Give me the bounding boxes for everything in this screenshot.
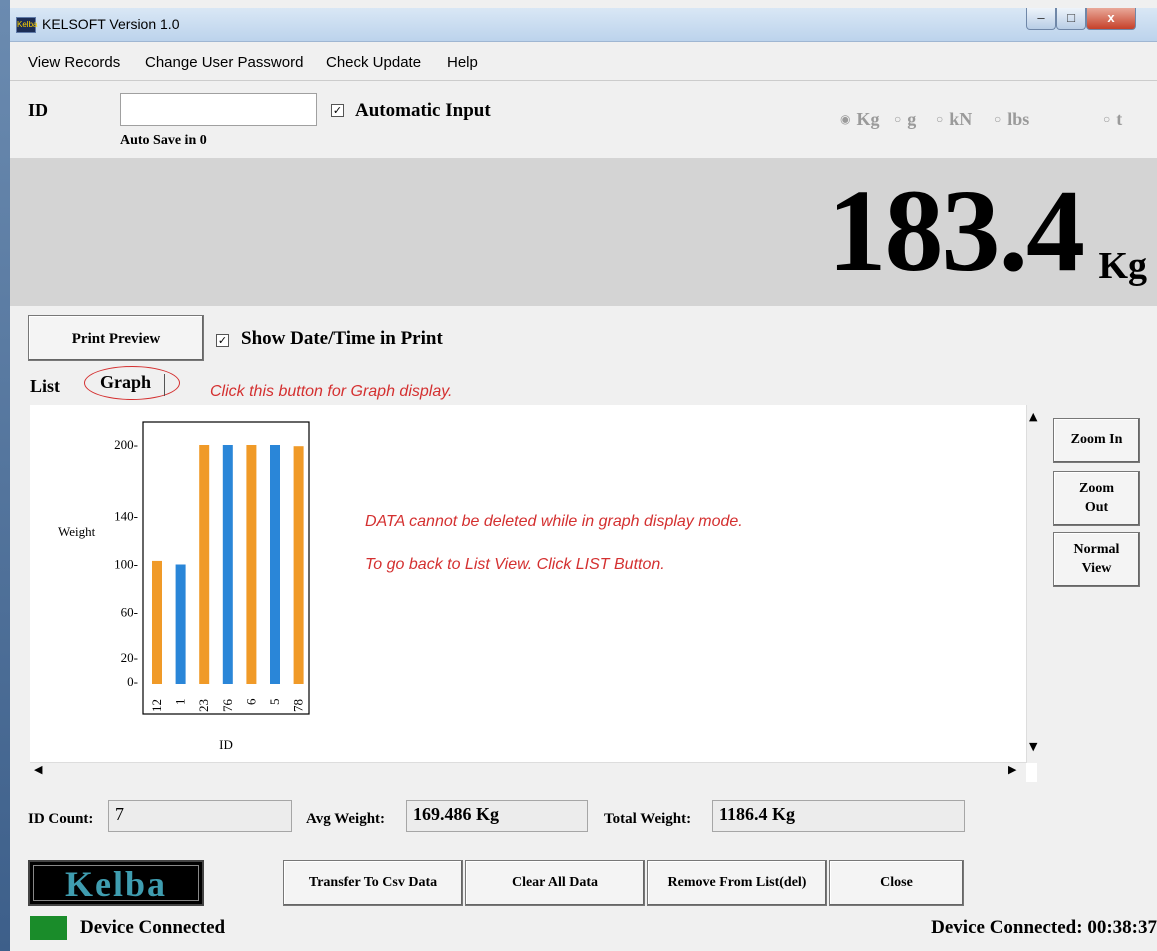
kelba-logo: Kelba [28, 860, 204, 906]
tab-divider [164, 374, 165, 396]
x-tick-label: 5 [267, 699, 282, 706]
bar [175, 564, 186, 684]
unit-radio-lbs[interactable]: ○ lbs [994, 109, 1029, 130]
radio-icon: ○ [894, 112, 902, 126]
bar [222, 445, 233, 684]
radio-icon: ○ [994, 112, 1002, 126]
y-tick-label: 20- [121, 650, 138, 665]
graph-mode-notice: DATA cannot be deleted while in graph di… [365, 513, 743, 530]
y-axis-label: Weight [58, 524, 96, 539]
id-label: ID [28, 100, 49, 120]
x-tick-label: 78 [291, 699, 306, 712]
tab-list[interactable]: List [30, 376, 60, 397]
total-weight-label: Total Weight: [604, 811, 692, 827]
id-count-value: 7 [108, 800, 292, 832]
menu-help[interactable]: Help [447, 54, 478, 71]
weight-bar-chart: 200- 140- 100- 60- 20- 0- Weight 12 1 23 76 6 5 78 ID [58, 421, 310, 752]
weight-value: 183.4 [827, 165, 1085, 296]
connection-status-text: Device Connected [80, 917, 226, 938]
y-tick-label: 60- [121, 604, 138, 619]
id-input[interactable] [120, 93, 317, 126]
show-datetime-checkbox[interactable]: ✓ [216, 334, 229, 347]
zoom-out-button[interactable]: Zoom Out [1053, 471, 1140, 526]
x-tick-label: 6 [243, 698, 258, 705]
scroll-down-arrow-icon[interactable]: ▼ [1029, 740, 1037, 753]
bar [246, 445, 257, 684]
transfer-csv-button[interactable]: Transfer To Csv Data [283, 860, 463, 906]
connection-status-led [30, 916, 67, 940]
unit-radio-kg[interactable]: ◉ Kg [840, 109, 880, 130]
horizontal-scrollbar[interactable] [30, 762, 1026, 782]
menu-bar: View Records Change User Password Check … [10, 43, 1157, 81]
minimize-button[interactable]: – [1026, 8, 1056, 30]
scroll-left-arrow-icon[interactable]: ◀ [34, 763, 42, 776]
window-title: KELSOFT Version 1.0 [42, 16, 180, 32]
avg-weight-label: Avg Weight: [306, 811, 386, 827]
bar [199, 445, 210, 684]
weight-unit: Kg [1098, 245, 1147, 287]
menu-check-update[interactable]: Check Update [326, 54, 421, 71]
connection-timer: Device Connected: 00:38:37 [931, 917, 1157, 938]
scroll-right-arrow-icon[interactable]: ▶ [1008, 763, 1016, 776]
radio-icon: ○ [1103, 112, 1111, 126]
close-window-button[interactable]: x [1086, 8, 1136, 30]
avg-weight-value: 169.486 Kg [406, 800, 588, 832]
automatic-input-label: Automatic Input [355, 100, 491, 121]
app-icon: Kelba [16, 17, 37, 33]
total-weight-value: 1186.4 Kg [712, 800, 965, 832]
graph-hint-annotation: Click this button for Graph display. [210, 383, 453, 400]
y-tick-label: 100- [114, 557, 138, 572]
unit-radio-t[interactable]: ○ t [1103, 109, 1122, 130]
x-axis-label: ID [219, 737, 233, 752]
unit-radio-kn[interactable]: ○ kN [936, 109, 972, 130]
menu-change-user-password[interactable]: Change User Password [145, 54, 303, 71]
menu-view-records[interactable]: View Records [28, 54, 120, 71]
print-preview-button[interactable]: Print Preview [28, 315, 204, 361]
id-count-label: ID Count: [28, 811, 94, 827]
radio-selected-icon: ◉ [840, 112, 851, 126]
scroll-up-arrow-icon[interactable]: ▲ [1029, 410, 1037, 423]
list-view-instruction: To go back to List View. Click LIST Butt… [365, 556, 665, 573]
title-bar: Kelba KELSOFT Version 1.0 – □ x [10, 8, 1157, 42]
autosave-label: Auto Save in 0 [120, 133, 207, 148]
vertical-scrollbar[interactable] [1026, 405, 1048, 763]
bar [270, 445, 280, 684]
weight-display: 183.4 Kg [10, 158, 1157, 306]
automatic-input-checkbox[interactable]: ✓ [331, 104, 344, 117]
clear-all-data-button[interactable]: Clear All Data [465, 860, 645, 906]
close-button[interactable]: Close [829, 860, 964, 906]
radio-icon: ○ [936, 112, 944, 126]
zoom-in-button[interactable]: Zoom In [1053, 418, 1140, 463]
show-datetime-label: Show Date/Time in Print [241, 328, 443, 349]
y-tick-label: 0- [127, 674, 138, 689]
app-window: Kelba KELSOFT Version 1.0 – □ x View Rec… [10, 0, 1157, 951]
logo-text: Kelba [33, 865, 199, 902]
y-tick-label: 140- [114, 509, 138, 524]
bar [152, 560, 162, 684]
bar [293, 446, 304, 684]
x-tick-label: 1 [173, 699, 188, 706]
x-tick-label: 23 [196, 699, 211, 712]
desktop-edge [0, 0, 10, 951]
remove-from-list-button[interactable]: Remove From List(del) [647, 860, 827, 906]
y-tick-label: 200- [114, 437, 138, 452]
normal-view-button[interactable]: Normal View [1053, 532, 1140, 587]
x-tick-label: 76 [220, 699, 235, 713]
maximize-button[interactable]: □ [1056, 8, 1086, 30]
x-tick-label: 12 [149, 699, 164, 712]
tab-graph[interactable]: Graph [100, 372, 151, 393]
unit-radio-g[interactable]: ○ g [894, 109, 916, 130]
